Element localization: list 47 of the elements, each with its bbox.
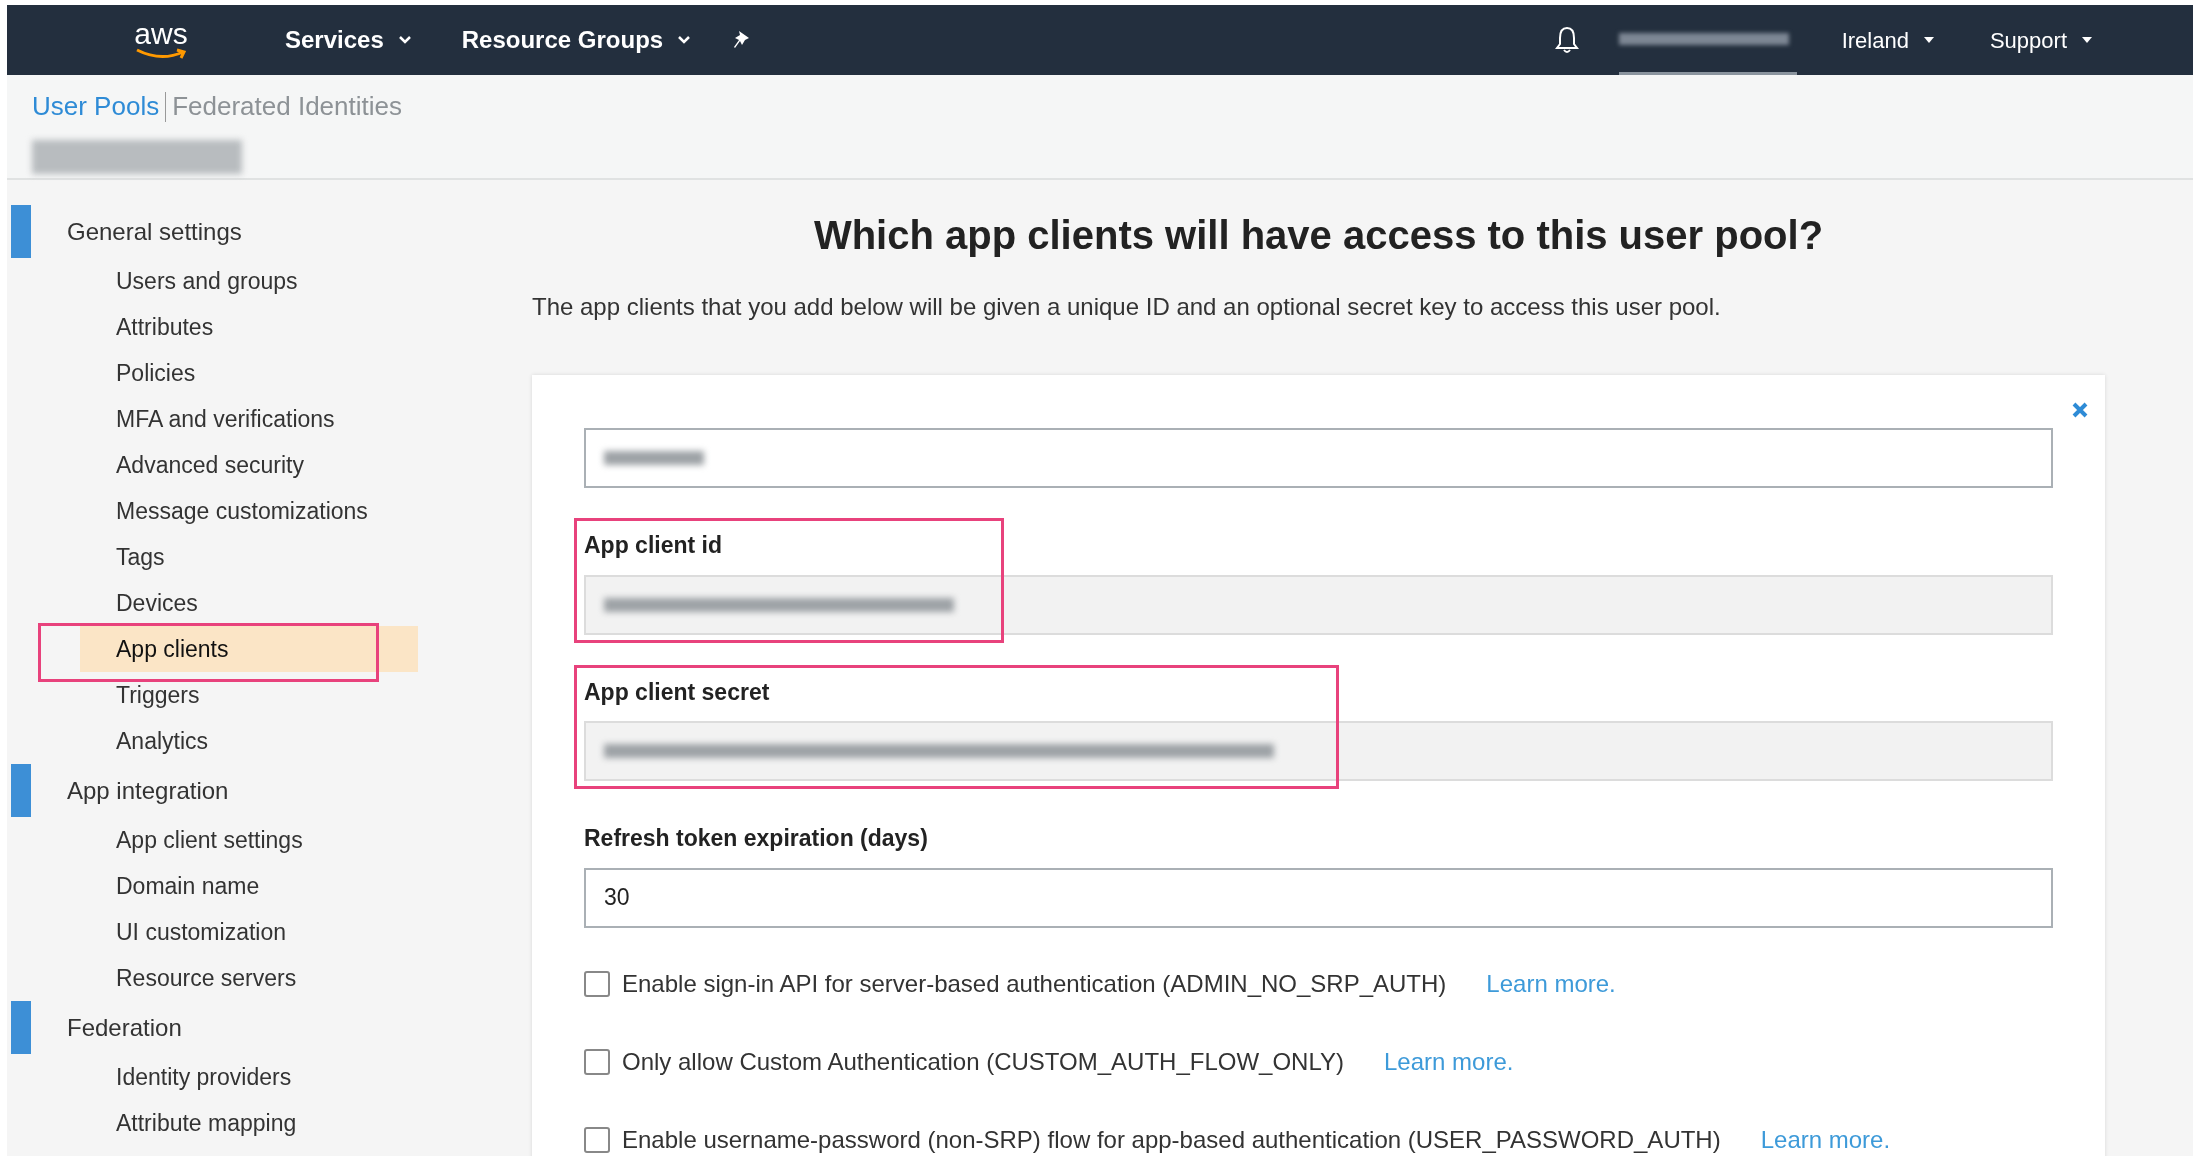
field-label: App client secret xyxy=(584,677,771,707)
sidebar-item[interactable]: Triggers xyxy=(80,672,200,718)
sidebar-item[interactable]: UI customization xyxy=(80,909,286,955)
sidebar-item[interactable]: Message customizations xyxy=(80,488,368,534)
close-icon[interactable] xyxy=(2071,401,2089,419)
nav-menu[interactable]: Support xyxy=(1989,23,2067,57)
checkbox[interactable] xyxy=(584,1048,610,1075)
sidebar-item[interactable]: Users and groups xyxy=(80,258,298,304)
option-label: Enable username-password (non-SRP) flow for app-based authentication (USER_PASSWORD_AUTH) xyxy=(622,1124,1721,1155)
sidebar-item[interactable]: App clients xyxy=(80,626,418,672)
page-description: The app clients that you add below will be given a unique ID and an optional secret key to access this user pool. xyxy=(532,292,1722,322)
caret-icon xyxy=(1922,36,1935,44)
field-label: App client id xyxy=(584,531,723,560)
page-heading: Which app clients will have access to this user pool? xyxy=(812,212,1825,259)
section-marker xyxy=(11,764,31,817)
nav-menu[interactable]: Resource Groups xyxy=(461,22,664,58)
caret-icon xyxy=(397,35,412,45)
field-label: Refresh token expiration (days) xyxy=(584,824,929,853)
sidebar-item[interactable]: Advanced security xyxy=(80,442,304,488)
sidebar-section-title[interactable]: General settings xyxy=(67,213,242,250)
checkbox[interactable] xyxy=(584,970,610,997)
option-label: Only allow Custom Authentication (CUSTOM_AUTH_FLOW_ONLY) xyxy=(622,1046,1344,1077)
option-label: Enable sign-in API for server-based authentication (ADMIN_NO_SRP_AUTH) xyxy=(622,968,1447,999)
nav-menu[interactable]: Services xyxy=(285,22,384,58)
caret-icon xyxy=(677,35,692,45)
logo-text[interactable]: aws xyxy=(134,20,188,48)
section-marker xyxy=(11,205,31,258)
caret-icon xyxy=(2081,36,2093,44)
sidebar-item[interactable]: Attributes xyxy=(80,304,214,350)
sidebar-item[interactable]: Resource servers xyxy=(80,955,297,1001)
input-field[interactable] xyxy=(584,428,2053,488)
input-field[interactable]: 30 xyxy=(584,867,2053,928)
sidebar-item[interactable]: App client settings xyxy=(80,817,303,863)
sidebar-item[interactable]: Policies xyxy=(80,350,196,396)
sidebar-item[interactable]: Identity providers xyxy=(80,1054,292,1100)
sidebar-item[interactable]: Analytics xyxy=(80,718,209,764)
sidebar-section-title[interactable]: App integration xyxy=(67,772,229,809)
sidebar-item[interactable]: Attribute mapping xyxy=(80,1100,297,1146)
sidebar-item[interactable]: Devices xyxy=(80,580,198,626)
bell-icon[interactable] xyxy=(1552,25,1581,55)
nav-menu[interactable]: Ireland xyxy=(1841,23,1909,57)
sidebar-item[interactable]: Domain name xyxy=(80,863,260,909)
section-marker xyxy=(11,1001,31,1054)
sidebar-item[interactable]: MFA and verifications xyxy=(80,396,335,442)
sidebar-item[interactable]: Tags xyxy=(80,534,165,580)
checkbox[interactable] xyxy=(584,1126,610,1153)
sidebar-section-title[interactable]: Federation xyxy=(67,1009,182,1046)
